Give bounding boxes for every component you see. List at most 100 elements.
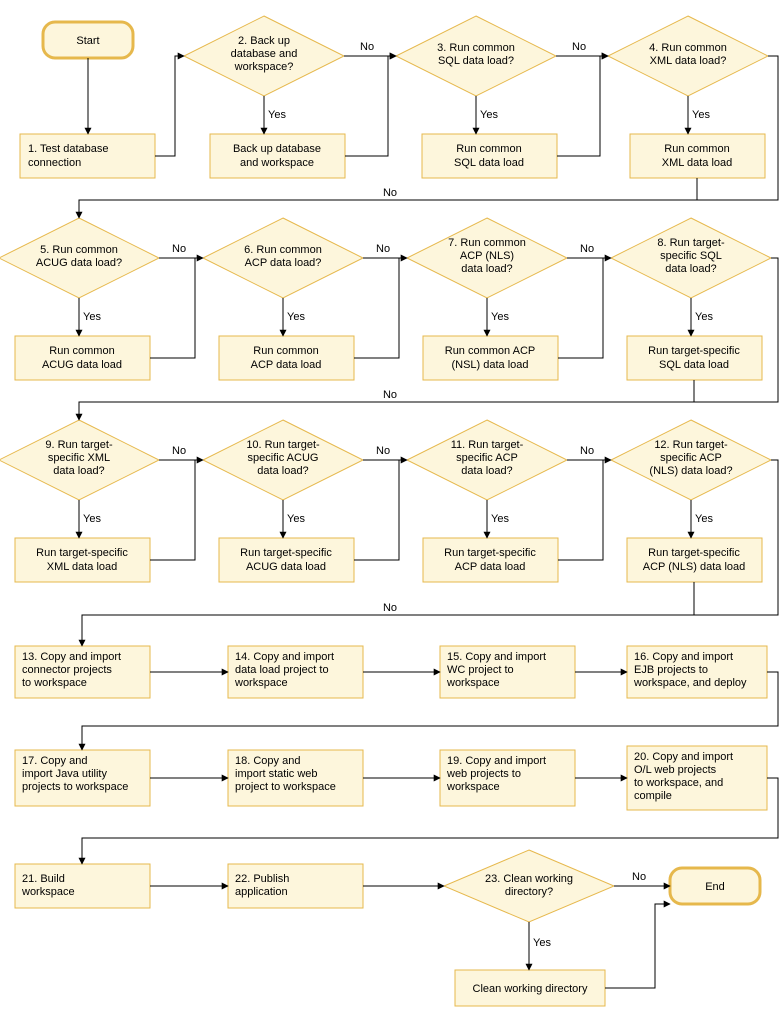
box-a7 <box>423 336 558 380</box>
q11-l0: 11. Run target- <box>451 439 524 451</box>
q2-l1: database and <box>231 48 298 60</box>
q9-l1: specific XML <box>48 452 110 464</box>
svg-text:Yes: Yes <box>480 109 498 121</box>
n18-l1: import static web <box>235 768 318 780</box>
a5-l0: Run common <box>49 345 114 357</box>
box-a11 <box>423 538 558 582</box>
a10-l1: ACUG data load <box>246 561 326 573</box>
n1-l1: connection <box>28 157 81 169</box>
q5-l0: 5. Run common <box>40 244 118 256</box>
q9-l0: 9. Run target- <box>45 439 113 451</box>
box-a2 <box>210 134 345 178</box>
n17-l1: import Java utility <box>22 768 107 780</box>
a12-l0: Run target-specific <box>648 547 740 559</box>
a3-l1: SQL data load <box>454 157 524 169</box>
box-a9 <box>15 538 150 582</box>
a10-l0: Run target-specific <box>240 547 332 559</box>
a9-l1: XML data load <box>47 561 118 573</box>
q6-l0: 6. Run common <box>244 244 322 256</box>
n20-l1: O/L web projects <box>634 764 717 776</box>
svg-text:No: No <box>172 445 186 457</box>
n14-l1: data load project to <box>235 664 329 676</box>
n13-l0: 13. Copy and import <box>22 651 121 663</box>
n13-l1: connector projects <box>22 664 112 676</box>
a6-l1: ACP data load <box>251 359 322 371</box>
svg-text:Yes: Yes <box>83 513 101 525</box>
a2-l0: Back up database <box>233 143 321 155</box>
q8-l0: 8. Run target- <box>657 237 725 249</box>
n19-l2: workspace <box>446 781 500 793</box>
n19-l0: 19. Copy and import <box>447 755 546 767</box>
box-a10 <box>219 538 354 582</box>
svg-text:No: No <box>572 41 586 53</box>
svg-text:Yes: Yes <box>268 109 286 121</box>
a11-l0: Run target-specific <box>444 547 536 559</box>
q4-l1: XML data load? <box>650 55 727 67</box>
a11-l1: ACP data load <box>455 561 526 573</box>
q10-l0: 10. Run target- <box>246 439 320 451</box>
q7-l1: ACP (NLS) <box>460 250 514 262</box>
svg-text:Yes: Yes <box>491 311 509 323</box>
a3-l0: Run common <box>456 143 521 155</box>
n15-l0: 15. Copy and import <box>447 651 546 663</box>
q10-l2: data load? <box>257 465 308 477</box>
n1-l0: 1. Test database <box>28 143 109 155</box>
a4-l1: XML data load <box>662 157 733 169</box>
a7-l0: Run common ACP <box>445 345 535 357</box>
box-test-db <box>20 134 155 178</box>
a7-l1: (NSL) data load <box>451 359 528 371</box>
q8-l2: data load? <box>665 263 716 275</box>
q10-l1: specific ACUG <box>248 452 319 464</box>
end-label: End <box>705 881 725 893</box>
svg-text:No: No <box>383 602 397 614</box>
n16-l1: EJB projects to <box>634 664 708 676</box>
svg-text:Yes: Yes <box>287 311 305 323</box>
n16-l2: workspace, and deploy <box>633 677 747 689</box>
q9-l2: data load? <box>53 465 104 477</box>
box-a5 <box>15 336 150 380</box>
n18-l0: 18. Copy and <box>235 755 300 767</box>
q23-l1: directory? <box>505 886 553 898</box>
box-a8 <box>627 336 762 380</box>
q2-l2: workspace? <box>234 61 294 73</box>
n20-l3: compile <box>634 790 672 802</box>
q23-l0: 23. Clean working <box>485 873 573 885</box>
svg-text:No: No <box>376 243 390 255</box>
svg-text:No: No <box>172 243 186 255</box>
q6-l1: ACP data load? <box>245 257 322 269</box>
n17-l0: 17. Copy and <box>22 755 87 767</box>
q3-l1: SQL data load? <box>438 55 514 67</box>
svg-text:Yes: Yes <box>83 311 101 323</box>
q11-l1: specific ACP <box>456 452 518 464</box>
q7-l0: 7. Run common <box>448 237 526 249</box>
start-label: Start <box>76 35 99 47</box>
box-a4 <box>630 134 765 178</box>
svg-text:No: No <box>376 445 390 457</box>
svg-text:No: No <box>383 187 397 199</box>
q4-l0: 4. Run common <box>649 42 727 54</box>
q12-l2: (NLS) data load? <box>649 465 732 477</box>
a4-l0: Run common <box>664 143 729 155</box>
n15-l1: WC project to <box>447 664 514 676</box>
a6-l0: Run common <box>253 345 318 357</box>
n19-l1: web projects to <box>446 768 521 780</box>
box-a12 <box>627 538 762 582</box>
q12-l0: 12. Run target- <box>654 439 728 451</box>
q12-l1: specific ACP <box>660 452 722 464</box>
svg-text:Yes: Yes <box>287 513 305 525</box>
n22-l1: application <box>235 886 288 898</box>
flowchart: Start 1. Test database connection 2. Bac… <box>0 0 782 1027</box>
n14-l2: workspace <box>234 677 288 689</box>
a5-l1: ACUG data load <box>42 359 122 371</box>
svg-text:No: No <box>360 41 374 53</box>
q7-l2: data load? <box>461 263 512 275</box>
svg-text:Yes: Yes <box>695 311 713 323</box>
a2-l1: and workspace <box>240 157 314 169</box>
q2-l0: 2. Back up <box>238 35 290 47</box>
n16-l0: 16. Copy and import <box>634 651 733 663</box>
n21-l0: 21. Build <box>22 873 65 885</box>
svg-text:No: No <box>383 389 397 401</box>
n20-l2: to workspace, and <box>634 777 723 789</box>
svg-text:Yes: Yes <box>533 937 551 949</box>
n15-l2: workspace <box>446 677 500 689</box>
